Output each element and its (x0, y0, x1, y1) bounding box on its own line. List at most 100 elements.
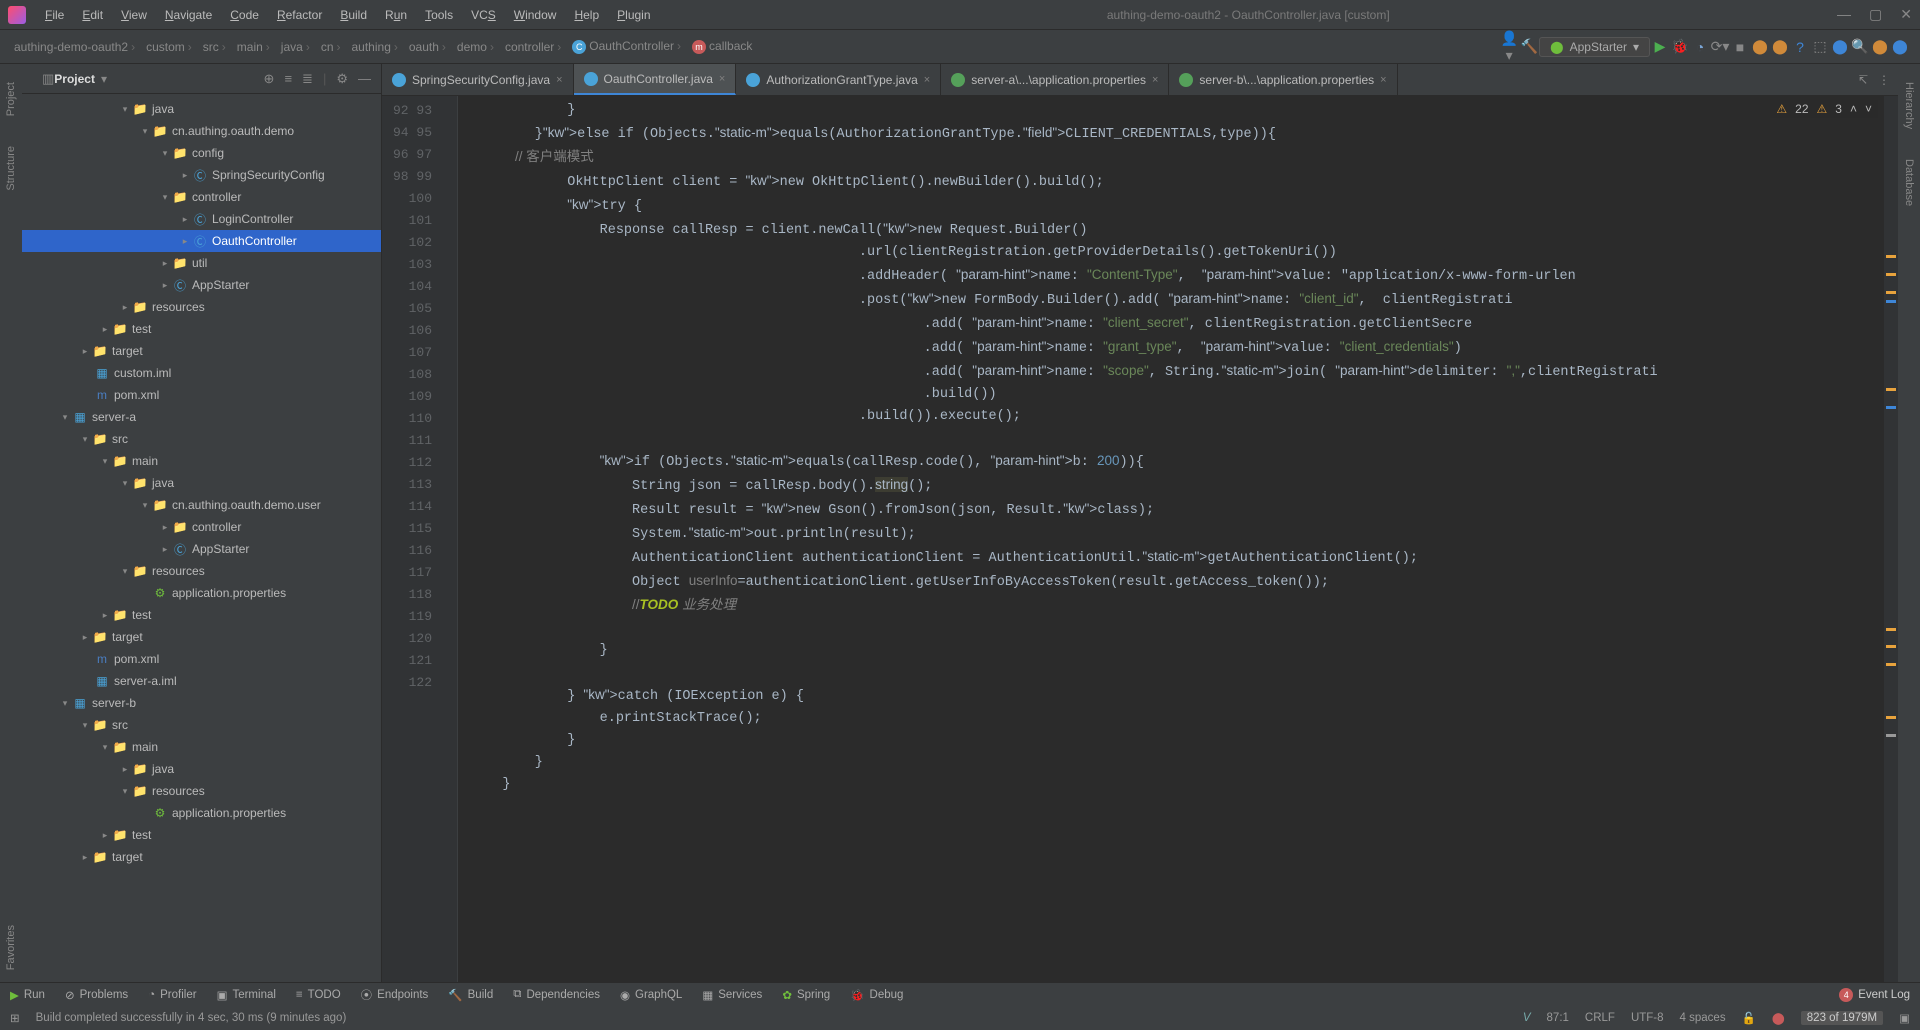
editor-tab[interactable]: server-b\...\application.properties× (1169, 64, 1397, 95)
menu-help[interactable]: Help (565, 0, 608, 30)
menu-build[interactable]: Build (331, 0, 376, 30)
menu-file[interactable]: File (36, 0, 73, 30)
chevron-up-icon[interactable]: ˄ (1850, 102, 1857, 116)
editor-tab-active[interactable]: OauthController.java× (574, 64, 737, 95)
tool-profiler[interactable]: ◔Profiler (148, 989, 196, 1001)
crumb[interactable]: controller (501, 40, 568, 54)
close-icon[interactable]: × (719, 73, 725, 85)
tool-run[interactable]: ▶Run (10, 988, 45, 1002)
search-icon[interactable]: 🔍 (1850, 38, 1870, 55)
crumb-method[interactable]: mcallback (688, 39, 756, 54)
collapse-all-icon[interactable]: ≣ (302, 71, 313, 87)
tool-terminal[interactable]: ▣Terminal (217, 988, 276, 1002)
project-view-icon[interactable]: ▥ (42, 71, 54, 87)
event-log[interactable]: 4 Event Log (1839, 988, 1910, 1002)
tool-tab-database[interactable]: Database (1903, 159, 1915, 206)
stop-icon[interactable]: ■ (1730, 39, 1750, 55)
chevron-down-icon[interactable]: ˅ (1865, 102, 1872, 116)
file-encoding[interactable]: UTF-8 (1631, 1012, 1664, 1024)
inspection-summary[interactable]: ⚠22 ⚠3 ˄ ˅ (1770, 100, 1878, 118)
menu-run[interactable]: Run (376, 0, 416, 30)
menu-vcs[interactable]: VCS (462, 0, 505, 30)
tool-deps[interactable]: ⧉Dependencies (513, 988, 600, 1001)
menu-code[interactable]: Code (221, 0, 268, 30)
line-separator[interactable]: CRLF (1585, 1012, 1615, 1024)
editor-tab[interactable]: server-a\...\application.properties× (941, 64, 1169, 95)
crumb[interactable]: main (233, 40, 277, 54)
tool-services[interactable]: ▦Services (702, 988, 762, 1002)
profile-icon[interactable]: ⟳▾ (1710, 38, 1730, 55)
editor-tab[interactable]: AuthorizationGrantType.java× (736, 64, 941, 95)
badge-icon[interactable]: ⬤ (1830, 38, 1850, 55)
sidebar-icon[interactable]: ▣ (1899, 1011, 1910, 1025)
tool-problems[interactable]: ⊘Problems (65, 988, 128, 1002)
run-icon[interactable]: ▶ (1650, 38, 1670, 55)
ide-status-icon[interactable]: ⬤ (1772, 1011, 1785, 1025)
close-icon[interactable]: × (1152, 74, 1158, 86)
tool-tab-hierarchy[interactable]: Hierarchy (1903, 82, 1915, 129)
user-icon[interactable]: 👤▾ (1499, 30, 1519, 64)
misc-icon[interactable]: ⬚ (1810, 38, 1830, 55)
warning-icon: ⊘ (65, 988, 75, 1002)
coverage-icon[interactable]: ◔ (1690, 39, 1710, 55)
crumb[interactable]: oauth (405, 40, 453, 54)
error-stripe[interactable] (1884, 96, 1898, 982)
debug-icon[interactable]: 🐞 (1670, 38, 1690, 55)
fold-column[interactable] (442, 96, 458, 982)
menu-navigate[interactable]: Navigate (156, 0, 221, 30)
layout-icon[interactable]: ⊞ (10, 1011, 20, 1025)
project-tree[interactable]: ▾📁java ▾📁cn.authing.oauth.demo ▾📁config … (22, 94, 381, 982)
crumb-root[interactable]: authing-demo-oauth2 (10, 40, 142, 54)
expand-all-icon[interactable]: ≡ (284, 71, 292, 86)
tool-spring[interactable]: ✿Spring (782, 988, 830, 1002)
crumb[interactable]: demo (453, 40, 501, 54)
crumb-class[interactable]: COauthController (568, 39, 688, 54)
indent-config[interactable]: 4 spaces (1680, 1012, 1726, 1024)
crumb[interactable]: cn (317, 40, 348, 54)
menu-refactor[interactable]: Refactor (268, 0, 331, 30)
crumb[interactable]: java (277, 40, 317, 54)
line-gutter[interactable]: 92 93 94 95 96 97 98 99 100 101 102 103 … (382, 96, 442, 982)
gear-icon[interactable]: ⚙ (336, 71, 348, 87)
caret-position[interactable]: 87:1 (1547, 1012, 1569, 1024)
ide-icon[interactable]: ⬤ (1890, 38, 1910, 55)
hammer-icon[interactable]: 🔨 (1519, 38, 1539, 55)
close-icon[interactable]: × (1380, 74, 1386, 86)
minimize-icon[interactable]: — (1837, 6, 1851, 23)
chevron-down-icon[interactable]: ▾ (101, 72, 107, 86)
help-circle-icon[interactable]: ? (1790, 39, 1810, 55)
menu-window[interactable]: Window (505, 0, 566, 30)
tool-todo[interactable]: ≡TODO (296, 989, 341, 1001)
tool-graphql[interactable]: ◉GraphQL (620, 988, 682, 1002)
crumb[interactable]: src (199, 40, 233, 54)
code-editor[interactable]: } }"kw">else if (Objects."static-m">equa… (458, 96, 1898, 982)
menu-plugin[interactable]: Plugin (608, 0, 659, 30)
close-icon[interactable]: × (556, 74, 562, 86)
tool-build[interactable]: 🔨Build (448, 988, 493, 1002)
close-icon[interactable]: ✕ (1900, 6, 1912, 23)
editor-tab[interactable]: SpringSecurityConfig.java× (382, 64, 574, 95)
menu-view[interactable]: View (112, 0, 156, 30)
locate-icon[interactable]: ⊕ (264, 71, 275, 87)
tool-tab-structure[interactable]: Structure (5, 146, 17, 191)
git-commit-icon[interactable]: ⬤ (1770, 38, 1790, 55)
close-icon[interactable]: × (924, 74, 930, 86)
readonly-icon[interactable]: 🔓 (1742, 1011, 1756, 1025)
tool-endpoints[interactable]: ⦿Endpoints (361, 987, 429, 1003)
crumb[interactable]: custom (142, 40, 199, 54)
crumb[interactable]: authing (348, 40, 405, 54)
updates-icon[interactable]: ⬤ (1870, 38, 1890, 55)
vim-icon[interactable]: V (1523, 1012, 1531, 1024)
menu-tools[interactable]: Tools (416, 0, 462, 30)
run-config-selector[interactable]: ⬤ AppStarter ▾ (1539, 37, 1650, 57)
tool-tab-favorites[interactable]: Favorites (5, 925, 17, 970)
git-update-icon[interactable]: ⬤ (1750, 38, 1770, 55)
hide-icon[interactable]: — (358, 71, 371, 86)
more-tabs-icon: ⋮ (1878, 73, 1890, 87)
maximize-icon[interactable]: ▢ (1869, 6, 1882, 23)
tab-overflow[interactable]: ↸⋮ (1850, 64, 1898, 95)
tool-debug[interactable]: 🐞Debug (850, 988, 903, 1002)
menu-edit[interactable]: Edit (73, 0, 112, 30)
tool-tab-project[interactable]: Project (5, 82, 17, 116)
memory-indicator[interactable]: 823 of 1979M (1801, 1011, 1883, 1025)
